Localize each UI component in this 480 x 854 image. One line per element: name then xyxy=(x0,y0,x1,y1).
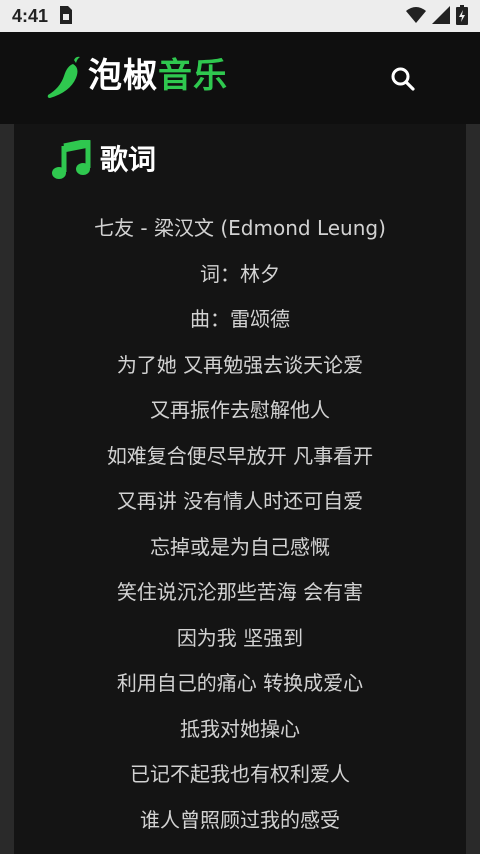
lyric-line: 因为我 坚强到 xyxy=(176,625,304,650)
lyric-line: 已记不起我也有权利爱人 xyxy=(130,762,350,786)
chili-pepper-icon[interactable] xyxy=(46,56,82,100)
status-time: 4:41 xyxy=(12,6,49,26)
lyric-line: 如难复合便尽早放开 凡事看开 xyxy=(106,443,374,468)
lyric-line: 利用自己的痛心 转换成爱心 xyxy=(116,671,364,695)
app-brand-title[interactable]: 泡椒音乐 xyxy=(88,56,228,96)
right-margin xyxy=(466,124,480,854)
lyric-line: 又再讲 没有情人时还可自爱 xyxy=(116,489,364,513)
battery-icon xyxy=(456,5,468,25)
music-note-icon xyxy=(52,140,91,179)
lyric-line: 忘掉或是为自己感慨 xyxy=(150,534,330,559)
lyrics-section-title: 歌词 xyxy=(100,143,157,176)
search-icon[interactable] xyxy=(390,66,416,92)
brand-part-1: 泡椒 xyxy=(88,56,158,96)
status-bar: 4:41 xyxy=(0,0,480,32)
lyric-line-lyricist: 词：林夕 xyxy=(200,261,280,286)
lyric-line: 谁人曾照顾过我的感受 xyxy=(140,807,340,832)
lyric-line-composer: 曲：雷颂德 xyxy=(190,307,290,331)
lyric-line: 又再振作去慰解他人 xyxy=(150,398,330,422)
lyric-line: 笑住说沉沦那些苦海 会有害 xyxy=(116,580,364,604)
lyric-line-song-info: 七友 - 梁汉文 (Edmond Leung) xyxy=(94,216,386,240)
sim-card-icon xyxy=(60,6,72,24)
left-margin xyxy=(0,124,14,854)
status-icons xyxy=(406,5,468,25)
signal-icon xyxy=(432,6,450,24)
lyric-line: 为了她 又再勉强去谈天论爱 xyxy=(116,352,364,377)
lyric-line: 抵我对她操心 xyxy=(180,716,300,741)
wifi-icon xyxy=(406,7,426,23)
lyrics-list: 七友 - 梁汉文 (Edmond Leung) 词：林夕 曲：雷颂德 为了她 又… xyxy=(14,206,466,843)
brand-part-2: 音乐 xyxy=(158,56,228,96)
app-bar: 泡椒音乐 xyxy=(0,32,480,124)
